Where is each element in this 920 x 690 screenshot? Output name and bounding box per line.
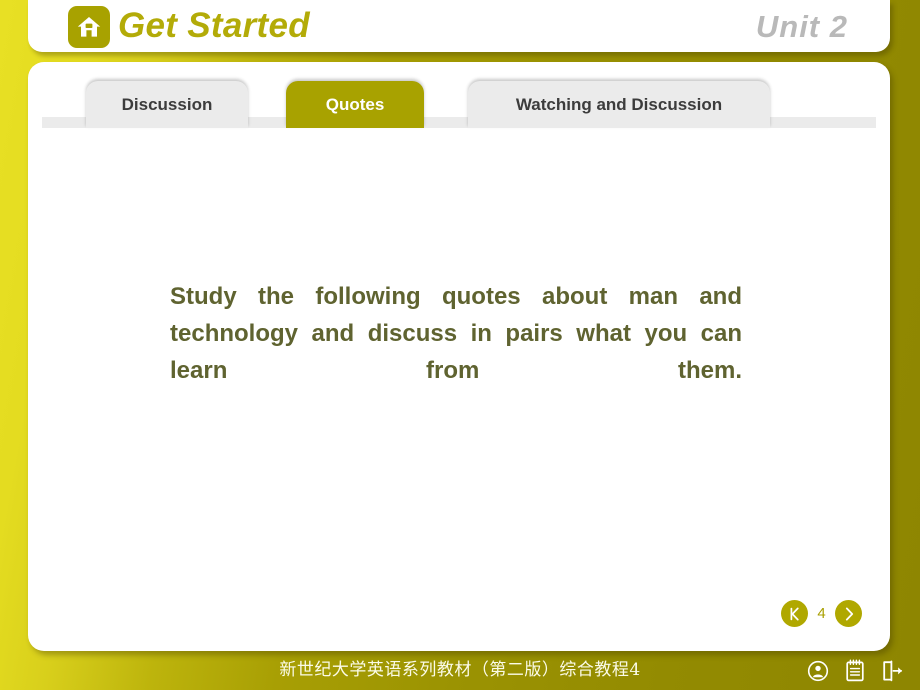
- footer: 新世纪大学英语系列教材（第二版）综合教程4: [0, 651, 920, 690]
- header-bar: Get Started Unit 2: [28, 0, 890, 52]
- content-panel: Discussion Quotes Watching and Discussio…: [28, 62, 890, 651]
- previous-chevron-icon: [787, 606, 803, 622]
- notepad-icon[interactable]: [845, 659, 865, 682]
- unit-label: Unit 2: [755, 9, 848, 44]
- previous-page-button[interactable]: [781, 600, 808, 627]
- tab-quotes[interactable]: Quotes: [286, 81, 424, 128]
- page-number: 4: [817, 605, 826, 622]
- tab-quotes-label: Quotes: [325, 94, 385, 114]
- tab-watching-and-discussion[interactable]: Watching and Discussion: [468, 81, 770, 128]
- exit-icon[interactable]: [881, 660, 904, 682]
- pager: 4: [781, 600, 862, 627]
- page-title: Get Started: [118, 6, 310, 45]
- tab-discussion[interactable]: Discussion: [86, 81, 248, 128]
- slide-root: Get Started Unit 2 Discussion Quotes Wat…: [0, 0, 920, 690]
- instruction-text: Study the following quotes about man and…: [170, 283, 742, 384]
- footer-title: 新世纪大学英语系列教材（第二版）综合教程4: [279, 660, 641, 680]
- tab-discussion-label: Discussion: [121, 94, 213, 114]
- home-button[interactable]: [68, 6, 110, 48]
- footer-icon-group: [807, 651, 904, 690]
- next-chevron-icon: [841, 606, 857, 622]
- tab-watching-and-discussion-label: Watching and Discussion: [515, 94, 723, 114]
- home-icon: [76, 15, 102, 39]
- next-page-button[interactable]: [835, 600, 862, 627]
- user-icon[interactable]: [807, 660, 829, 682]
